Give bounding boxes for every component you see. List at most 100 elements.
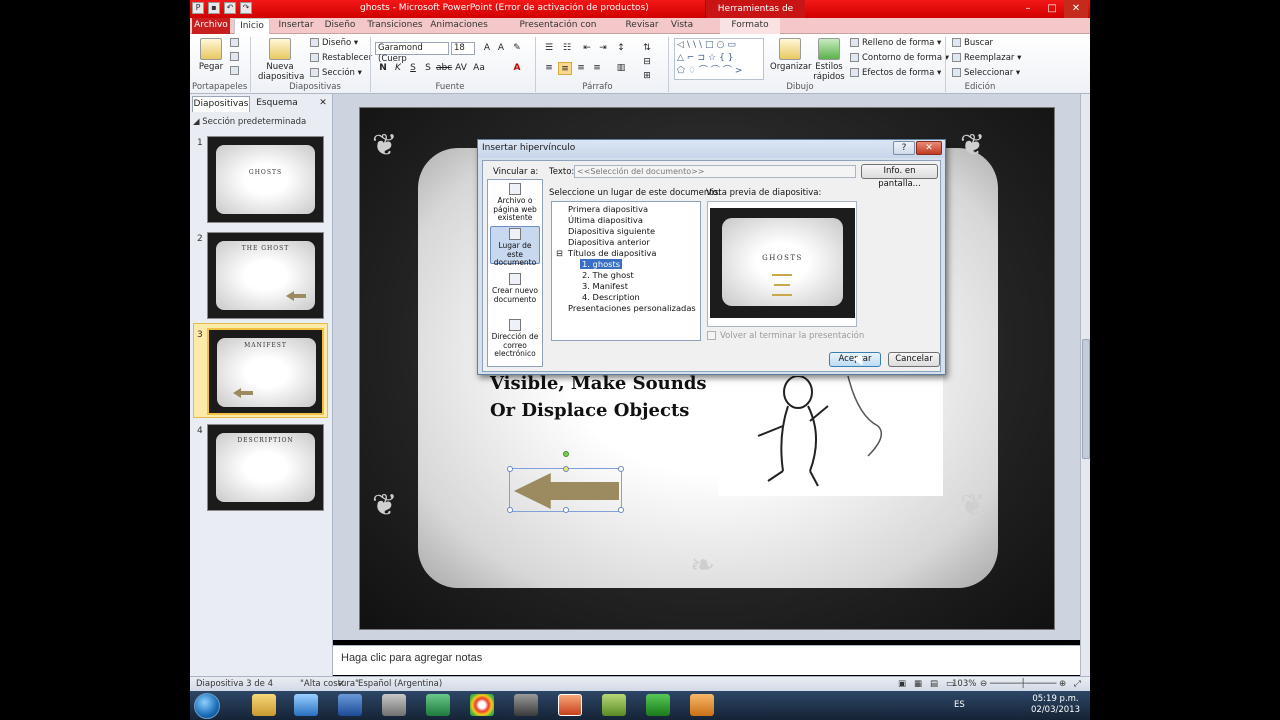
language-status[interactable]: Español (Argentina) <box>358 679 442 689</box>
tree-item-next-slide[interactable]: Diapositiva siguiente <box>568 226 655 236</box>
replace-button[interactable]: Reemplazar ▾ <box>952 53 1021 63</box>
tree-item-slide-1[interactable]: 1. ghosts <box>580 259 623 269</box>
align-center-button[interactable]: ≡ <box>558 62 572 75</box>
app-icon[interactable] <box>294 694 318 716</box>
rotate-handle[interactable] <box>563 451 569 457</box>
resize-handle[interactable] <box>507 466 513 472</box>
notes-pane[interactable]: Haga clic para agregar notas <box>333 645 1080 675</box>
shape-outline-button[interactable]: Contorno de forma ▾ <box>850 53 949 63</box>
shapes-gallery[interactable]: ◁\\\□○▭ △⌐⊐☆{} ⬠♢⌒⌒⌒> <box>674 38 764 80</box>
shadow-button[interactable]: S <box>421 62 435 75</box>
quick-styles-button[interactable]: Estilos rápidos <box>812 38 846 82</box>
media-icon[interactable] <box>690 694 714 716</box>
grow-font-button[interactable]: A <box>480 42 494 55</box>
screentip-button[interactable]: Info. en pantalla... <box>861 164 938 189</box>
shape-effects-button[interactable]: Efectos de forma ▾ <box>850 68 941 78</box>
font-name-combo[interactable]: Garamond (Cuerp <box>375 42 449 64</box>
reading-view-icon[interactable]: ▤ <box>930 679 938 689</box>
format-painter-button[interactable] <box>230 66 242 76</box>
sorter-view-icon[interactable]: ▦ <box>914 679 922 689</box>
slide-thumbnail-1[interactable]: GHOSTS <box>207 136 324 223</box>
text-direction-button[interactable]: ⇅ <box>640 42 654 55</box>
explorer-icon[interactable] <box>252 694 276 716</box>
tab-format[interactable]: Formato <box>720 18 780 34</box>
chrome-icon[interactable] <box>470 694 494 716</box>
columns-button[interactable]: ▥ <box>614 62 628 75</box>
tab-view[interactable]: Vista <box>666 18 698 34</box>
scrollbar-thumb[interactable] <box>1082 339 1090 459</box>
tab-home[interactable]: Inicio <box>234 18 270 34</box>
clear-format-button[interactable]: ✎ <box>510 42 524 55</box>
tab-outline[interactable]: Esquema <box>252 96 302 112</box>
dialog-close-button[interactable]: ✕ <box>916 141 942 155</box>
save-icon[interactable]: ▪ <box>208 2 220 14</box>
tab-transitions[interactable]: Transiciones <box>366 18 424 34</box>
tab-slideshow[interactable]: Presentación con diapositivas <box>494 18 622 45</box>
layout-button[interactable]: Diseño ▾ <box>310 38 358 48</box>
link-option-new-document[interactable]: Crear nuevo documento <box>490 272 540 312</box>
justify-button[interactable]: ≡ <box>590 62 604 75</box>
slide-thumbnail-3[interactable]: MANIFEST <box>207 328 324 415</box>
app-icon[interactable] <box>382 694 406 716</box>
paste-button[interactable]: Pegar <box>196 38 226 72</box>
increase-indent-button[interactable]: ⇥ <box>596 42 610 55</box>
word-icon[interactable] <box>338 694 362 716</box>
reset-button[interactable]: Restablecer <box>310 53 372 63</box>
bold-button[interactable]: N <box>376 62 390 75</box>
powerpoint-icon[interactable] <box>558 694 582 716</box>
arrow-shape-selected[interactable] <box>507 451 624 513</box>
decrease-indent-button[interactable]: ⇤ <box>580 42 594 55</box>
panel-close-icon[interactable]: ✕ <box>316 96 330 112</box>
tab-insert[interactable]: Insertar <box>276 18 316 34</box>
tree-item-slide-3[interactable]: 3. Manifest <box>582 281 628 291</box>
slide-thumbnail-2[interactable]: THE GHOST <box>207 232 324 319</box>
display-text-input[interactable]: <<Selección del documento>> <box>574 165 856 178</box>
zoom-slider[interactable]: ⊖ ──────┼────── ⊕ <box>980 679 1066 689</box>
tree-item-first-slide[interactable]: Primera diapositiva <box>568 204 648 214</box>
change-case-button[interactable]: Aa <box>472 62 486 75</box>
select-button[interactable]: Seleccionar ▾ <box>952 68 1020 78</box>
tree-expander[interactable]: ⊟ <box>556 248 563 258</box>
theme-name[interactable]: "Alta costura" <box>300 679 359 689</box>
maximize-button[interactable]: □ <box>1040 0 1064 18</box>
align-text-button[interactable]: ⊟ <box>640 56 654 69</box>
find-button[interactable]: Buscar <box>952 38 993 48</box>
resize-handle[interactable] <box>507 507 513 513</box>
align-left-button[interactable]: ≡ <box>542 62 556 75</box>
new-slide-button[interactable]: Nueva diapositiva <box>258 38 304 82</box>
bullets-button[interactable]: ☰ <box>542 42 556 55</box>
spellcheck-icon[interactable]: ✔ <box>338 679 345 689</box>
italic-button[interactable]: K <box>391 62 405 75</box>
tree-item-slide-titles[interactable]: Títulos de diapositiva <box>568 248 656 258</box>
return-after-show-checkbox[interactable] <box>707 331 716 340</box>
close-button[interactable]: ✕ <box>1064 0 1088 18</box>
tab-review[interactable]: Revisar <box>624 18 660 34</box>
line-spacing-button[interactable]: ↕ <box>614 42 628 55</box>
cancel-button[interactable]: Cancelar <box>888 352 940 367</box>
link-option-email[interactable]: Dirección de correo electrónico <box>490 318 540 362</box>
undo-icon[interactable]: ↶ <box>224 2 236 14</box>
copy-button[interactable] <box>230 52 242 62</box>
section-header[interactable]: ◢ Sección predeterminada <box>193 116 330 129</box>
underline-button[interactable]: S <box>406 62 420 75</box>
zoom-level[interactable]: 103% <box>952 679 976 689</box>
link-option-place-in-document[interactable]: Lugar de este documento <box>490 226 540 267</box>
tree-item-previous-slide[interactable]: Diapositiva anterior <box>568 237 650 247</box>
shrink-font-button[interactable]: A <box>494 42 508 55</box>
normal-view-icon[interactable]: ▣ <box>898 679 906 689</box>
tab-design[interactable]: Diseño <box>320 18 360 34</box>
vertical-scrollbar[interactable] <box>1080 94 1090 676</box>
font-size-combo[interactable]: 18 <box>451 42 475 55</box>
shape-fill-button[interactable]: Relleno de forma ▾ <box>850 38 941 48</box>
tab-file[interactable]: Archivo <box>192 18 230 34</box>
app-icon[interactable] <box>602 694 626 716</box>
resize-handle[interactable] <box>618 466 624 472</box>
tab-slides[interactable]: Diapositivas <box>192 96 250 112</box>
app-icon[interactable] <box>426 694 450 716</box>
section-button[interactable]: Sección ▾ <box>310 68 362 78</box>
start-button[interactable] <box>194 693 220 719</box>
ghost-picture[interactable] <box>718 375 943 496</box>
arrange-button[interactable]: Organizar <box>770 38 812 72</box>
tab-animations[interactable]: Animaciones <box>430 18 488 34</box>
font-color-button[interactable]: A <box>510 62 524 75</box>
